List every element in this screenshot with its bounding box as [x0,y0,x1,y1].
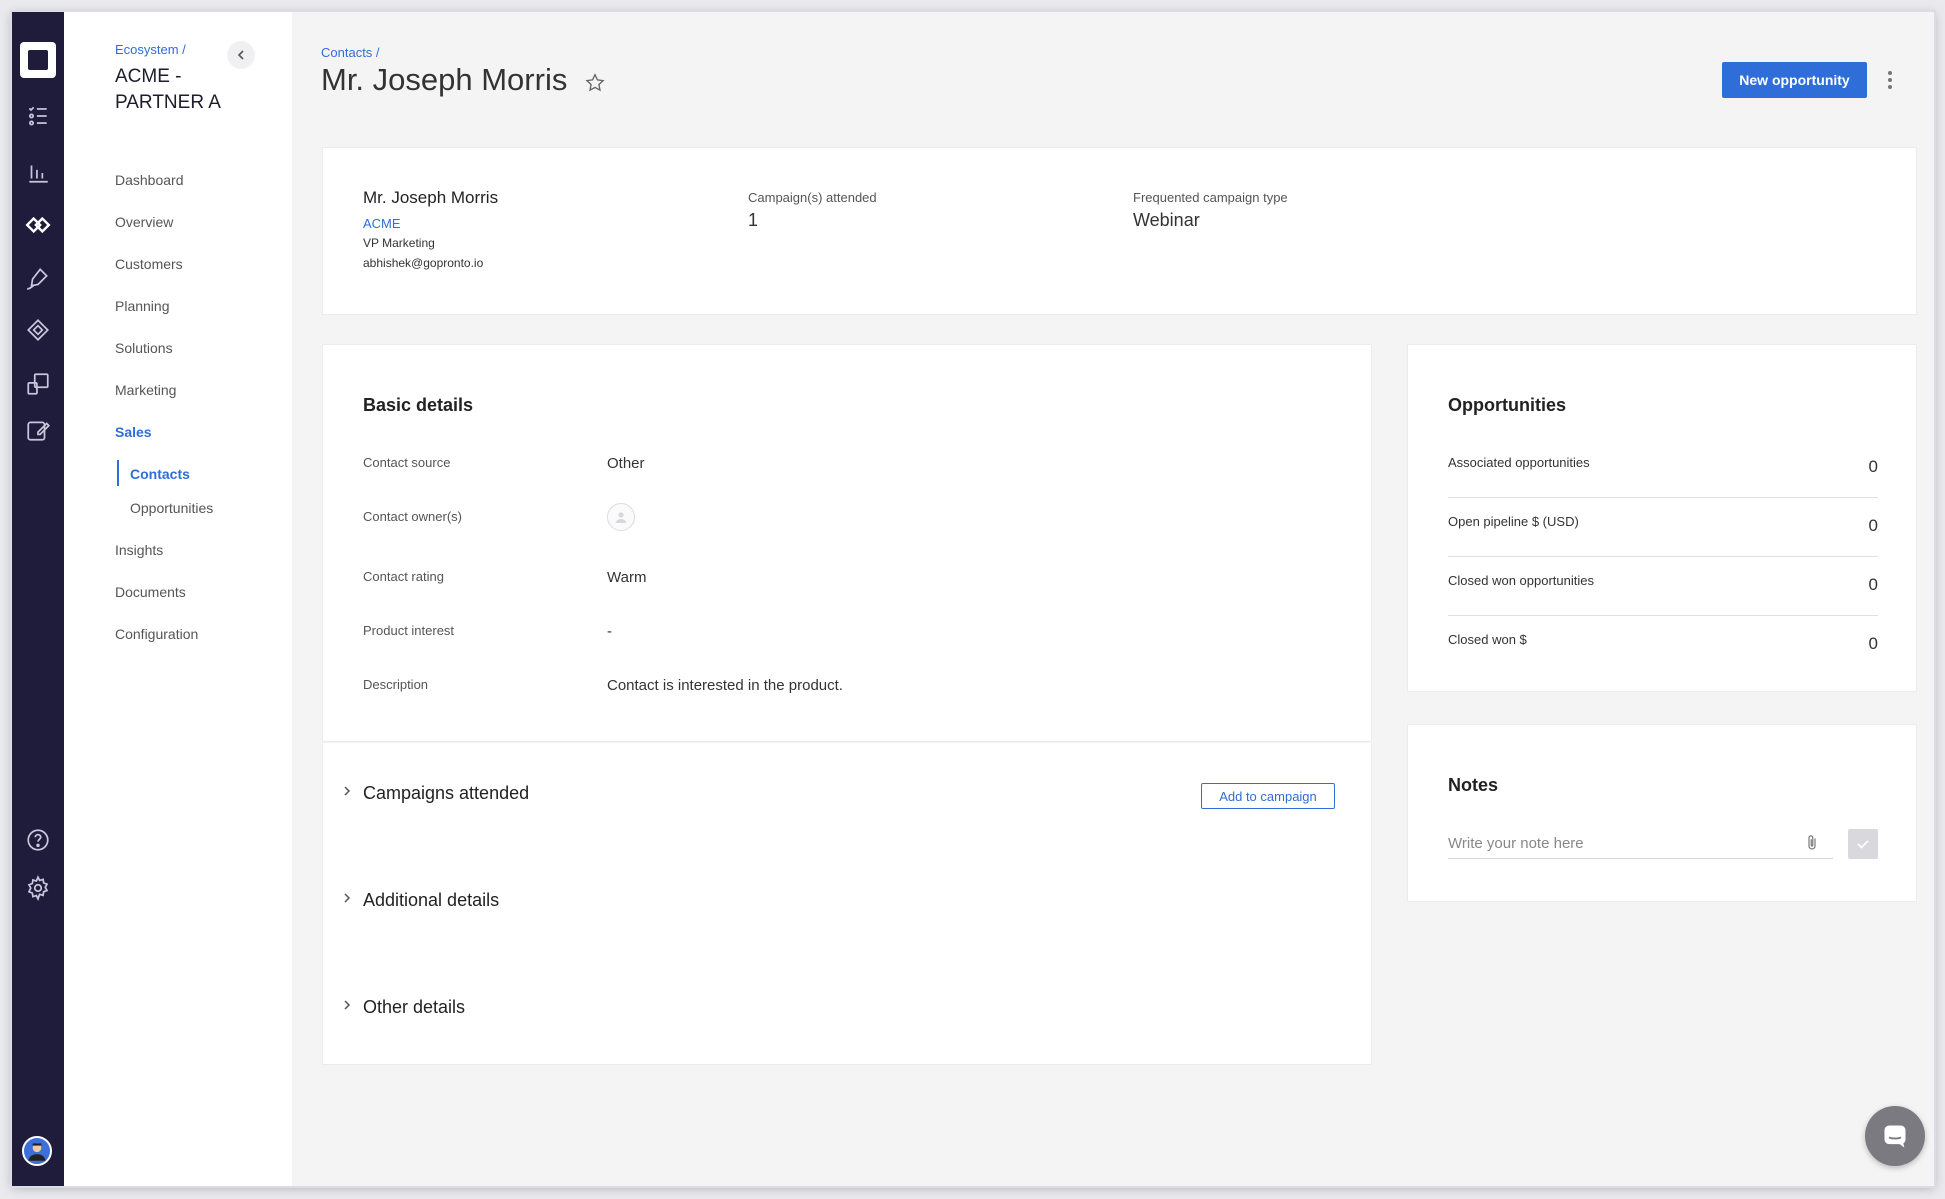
sidebar-item-dashboard[interactable]: Dashboard [115,172,184,188]
note-input[interactable] [1448,829,1788,857]
analytics-icon[interactable] [22,156,54,188]
opportunity-row-value: 0 [1868,575,1878,594]
notes-title: Notes [1448,775,1499,795]
opportunity-row-value: 0 [1868,516,1878,535]
sidebar-item-sales[interactable]: Sales [115,424,152,440]
opportunity-row-label: Closed won $ [1448,632,1527,647]
owner-avatar-icon[interactable] [607,503,635,531]
breadcrumb-contacts[interactable]: Contacts / [321,45,380,60]
sidebar-item-planning[interactable]: Planning [115,298,170,314]
opportunity-row: Closed won opportunities 0 [1448,557,1878,616]
opportunity-row-value: 0 [1868,634,1878,653]
sidebar-item-overview[interactable]: Overview [115,214,173,230]
edit-icon[interactable] [22,414,54,446]
add-to-campaign-button[interactable]: Add to campaign [1201,783,1335,809]
page-title: Mr. Joseph Morris [321,62,568,97]
opportunity-row-value: 0 [1868,457,1878,476]
pen-icon[interactable] [22,262,54,294]
contact-summary-card: Mr. Joseph Morris ACME VP Marketing abhi… [322,147,1917,315]
contact-name: Mr. Joseph Morris [363,188,499,207]
other-details-section[interactable]: Other details [322,957,1372,1065]
sidebar-item-documents[interactable]: Documents [115,584,186,600]
description-value: Contact is interested in the product. [607,677,843,694]
campaigns-attended-label: Campaign(s) attended [748,190,877,205]
sidebar-item-insights[interactable]: Insights [115,542,163,558]
handshake-icon[interactable] [22,314,54,346]
contact-rating-label: Contact rating [363,569,444,584]
sidebar: Ecosystem / ACME - PARTNER A Dashboard O… [64,12,292,1186]
campaigns-attended-title[interactable]: Campaigns attended [363,783,529,804]
main-content: Contacts / Mr. Joseph Morris New opportu… [292,12,1934,1186]
notes-card: Notes [1407,724,1917,902]
paperclip-icon[interactable] [1803,833,1821,853]
opportunity-row: Open pipeline $ (USD) 0 [1448,498,1878,557]
product-interest-value: - [607,623,612,640]
shapes-icon[interactable] [22,368,54,400]
opportunity-row-label: Associated opportunities [1448,455,1590,470]
app-window: Ecosystem / ACME - PARTNER A Dashboard O… [12,12,1934,1186]
sidebar-item-solutions[interactable]: Solutions [115,340,173,356]
contact-owner-label: Contact owner(s) [363,509,462,524]
other-details-title[interactable]: Other details [363,997,465,1018]
submit-note-button[interactable] [1848,829,1878,859]
contact-email: abhishek@gopronto.io [363,256,484,270]
icon-rail [12,12,64,1186]
company-link[interactable]: ACME [363,216,401,231]
opportunity-row: Closed won $ 0 [1448,616,1878,675]
contact-role: VP Marketing [363,236,435,250]
basic-details-card: Basic details Contact source Other Conta… [322,344,1372,742]
star-icon[interactable] [584,72,606,94]
sidebar-item-customers[interactable]: Customers [115,256,183,272]
contact-source-label: Contact source [363,455,451,470]
sidebar-item-marketing[interactable]: Marketing [115,382,176,398]
check-icon [1857,840,1869,849]
user-avatar-icon[interactable] [22,1136,52,1166]
ecosystem-icon[interactable] [22,209,54,241]
contact-rating-value: Warm [607,569,647,586]
campaigns-attended-section[interactable]: Campaigns attended Add to campaign [322,743,1372,851]
product-interest-label: Product interest [363,623,455,638]
chevron-right-icon[interactable] [341,892,353,904]
campaigns-attended-value: 1 [748,210,759,230]
campaign-type-label: Frequented campaign type [1133,190,1288,205]
help-icon[interactable] [22,824,54,856]
opportunity-row-label: Open pipeline $ (USD) [1448,514,1579,529]
campaign-type-value: Webinar [1133,210,1200,230]
sidebar-item-contacts[interactable]: Contacts [130,466,190,482]
description-label: Description [363,677,429,692]
chevron-right-icon[interactable] [341,999,353,1011]
opportunities-card: Opportunities Associated opportunities 0… [1407,344,1917,692]
opportunities-title: Opportunities [1448,395,1566,415]
contact-source-value: Other [607,455,645,472]
chevron-left-icon [237,50,244,60]
additional-details-section[interactable]: Additional details [322,850,1372,958]
opportunity-row: Associated opportunities 0 [1448,439,1878,498]
chevron-right-icon[interactable] [341,785,353,797]
chat-icon[interactable] [1865,1106,1925,1166]
kebab-menu-icon[interactable] [1882,68,1898,92]
sidebar-item-opportunities[interactable]: Opportunities [130,500,213,516]
collapse-sidebar-button[interactable] [228,42,254,68]
note-field [1448,829,1833,859]
breadcrumb-ecosystem[interactable]: Ecosystem / [115,42,186,57]
opportunity-row-label: Closed won opportunities [1448,573,1594,588]
settings-icon[interactable] [22,872,54,904]
tasks-icon[interactable] [22,100,54,132]
basic-details-title: Basic details [363,395,474,415]
new-opportunity-button[interactable]: New opportunity [1722,62,1867,98]
additional-details-title[interactable]: Additional details [363,890,499,911]
sidebar-item-configuration[interactable]: Configuration [115,626,198,642]
active-indicator [117,460,119,486]
org-name: ACME - PARTNER A [115,66,221,113]
app-logo-icon[interactable] [20,42,56,78]
